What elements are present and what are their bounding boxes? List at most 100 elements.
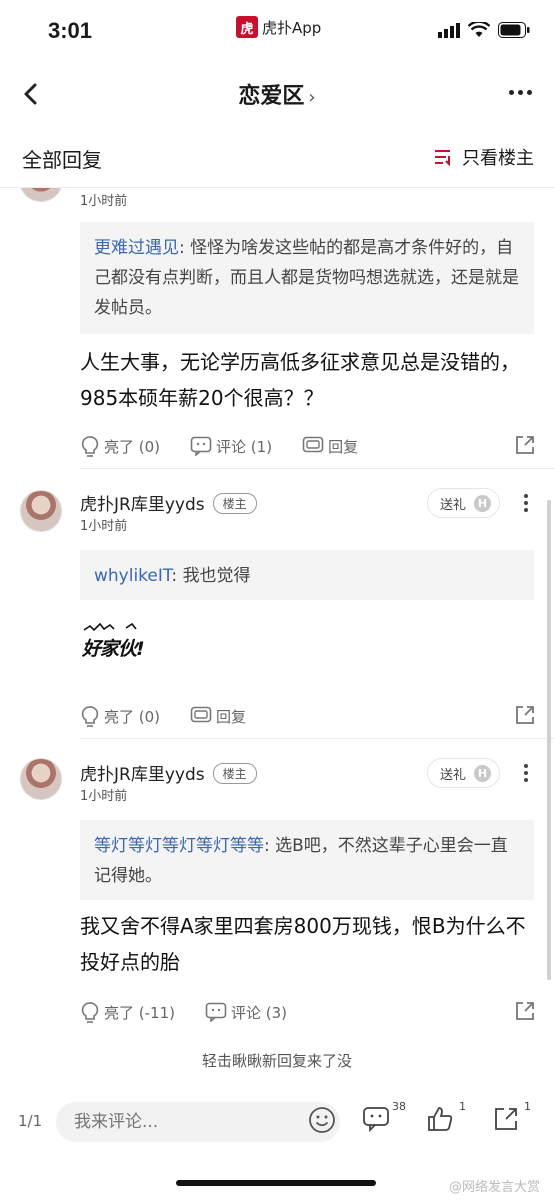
comment-bubble-icon bbox=[190, 436, 212, 456]
op-badge: 楼主 bbox=[212, 763, 257, 784]
reply-more-button[interactable] bbox=[524, 764, 528, 782]
quote-author[interactable]: 更难过遇见 bbox=[94, 238, 179, 258]
reply-label: 回复 bbox=[216, 707, 247, 726]
more-options-button[interactable] bbox=[509, 90, 532, 95]
nav-bar: 恋爱区 › bbox=[0, 62, 554, 126]
likes-count: 1 bbox=[459, 1100, 466, 1113]
hupu-coin-icon: H bbox=[474, 494, 491, 512]
comment-label: 评论 (3) bbox=[230, 1003, 288, 1022]
emoji-icon[interactable] bbox=[308, 1106, 336, 1134]
reply-time: 1小时前 bbox=[80, 789, 128, 804]
quoted-reply[interactable]: 更难过遇见: 怪怪为啥发这些帖的都是高才条件好的，自己都没有点判断，而且人都是货… bbox=[80, 222, 534, 334]
share-icon[interactable] bbox=[492, 1105, 520, 1133]
share-icon[interactable] bbox=[514, 704, 536, 726]
load-new-replies[interactable]: 轻击瞅瞅新回复来了没 bbox=[0, 1050, 554, 1071]
reply-bubble-icon bbox=[302, 436, 324, 453]
hupu-coin-icon: H bbox=[474, 764, 491, 782]
reply-item: 虎扑JR库里yyds 楼主 1小时前 送礼 H whylikeIT: 我也觉得 好… bbox=[0, 470, 554, 740]
comment-button[interactable]: 评论 (1) bbox=[190, 436, 272, 457]
status-time: 3:01 bbox=[48, 18, 93, 43]
comment-input[interactable] bbox=[56, 1102, 340, 1142]
username: 虎扑JR库里yyds bbox=[80, 495, 205, 515]
lightbulb-icon bbox=[81, 706, 99, 727]
share-icon[interactable] bbox=[514, 1000, 536, 1022]
reply-time: 1小时前 bbox=[80, 519, 128, 534]
reply-actions: 亮了 (-11) 评论 (3) bbox=[80, 998, 540, 1026]
reply-actions: 亮了 (0) 回复 bbox=[80, 702, 540, 730]
dot-icon bbox=[524, 501, 528, 505]
dot-icon bbox=[527, 90, 532, 95]
avatar[interactable] bbox=[20, 758, 62, 800]
forum-name: 恋爱区 bbox=[238, 84, 305, 109]
reply-actions: 亮了 (0) 评论 (1) 回复 bbox=[80, 432, 540, 460]
chevron-right-icon: › bbox=[308, 87, 316, 108]
reply-button[interactable]: 回复 bbox=[302, 436, 358, 457]
sticker-text: 好家伙! bbox=[82, 638, 145, 660]
shares-count: 1 bbox=[524, 1100, 531, 1113]
gift-button[interactable]: 送礼 H bbox=[426, 758, 500, 788]
page-indicator[interactable]: 1/1 bbox=[18, 1112, 42, 1130]
dot-icon bbox=[524, 771, 528, 775]
reply-item: 虎扑JR库里yyds 楼主 1小时前 送礼 H 等灯等灯等灯等灯等等: 选B吧，不… bbox=[0, 740, 554, 1040]
quoted-reply[interactable]: whylikeIT: 我也觉得 bbox=[80, 550, 534, 600]
status-app-name: 虎扑App bbox=[262, 18, 322, 37]
status-icons bbox=[438, 22, 530, 38]
like-label: 亮了 (0) bbox=[104, 707, 161, 726]
quote-author[interactable]: whylikeIT bbox=[94, 566, 171, 586]
comments-icon[interactable] bbox=[362, 1105, 390, 1133]
like-label: 亮了 (-11) bbox=[104, 1003, 175, 1022]
battery-icon bbox=[498, 22, 530, 38]
share-icon[interactable] bbox=[514, 434, 536, 456]
like-label: 亮了 (0) bbox=[104, 437, 161, 456]
thumbs-up-icon[interactable] bbox=[426, 1105, 454, 1133]
gift-button[interactable]: 送礼 H bbox=[426, 488, 500, 518]
like-button[interactable]: 亮了 (0) bbox=[80, 435, 160, 457]
reply-time: 1小时前 bbox=[80, 194, 128, 209]
replies-header: 全部回复 只看楼主 bbox=[0, 126, 554, 188]
quote-text: 我也觉得 bbox=[182, 566, 251, 586]
comment-button[interactable]: 评论 (3) bbox=[205, 1002, 287, 1023]
quoted-reply[interactable]: 等灯等灯等灯等灯等等: 选B吧，不然这辈子心里会一直记得她。 bbox=[80, 820, 534, 900]
reply-button[interactable]: 回复 bbox=[190, 706, 246, 727]
sticker-image[interactable]: 好家伙! bbox=[80, 620, 150, 670]
sort-filter-icon bbox=[435, 150, 450, 166]
divider bbox=[80, 738, 554, 739]
status-app-indicator: 虎 虎扑App bbox=[236, 16, 321, 38]
bottom-bar: 1/1 38 1 1 bbox=[0, 1096, 554, 1152]
dot-icon bbox=[509, 90, 514, 95]
like-button[interactable]: 亮了 (0) bbox=[80, 705, 160, 727]
quote-author[interactable]: 等灯等灯等灯等灯等等 bbox=[94, 836, 264, 856]
nav-title[interactable]: 恋爱区 › bbox=[0, 78, 554, 110]
only-op-filter[interactable]: 只看楼主 bbox=[434, 144, 534, 170]
scrollbar[interactable] bbox=[547, 500, 551, 980]
reply-item: 1小时前 更难过遇见: 怪怪为啥发这些帖的都是高才条件好的，自己都没有点判断，而… bbox=[0, 188, 554, 470]
comments-count: 38 bbox=[392, 1100, 406, 1113]
reply-more-button[interactable] bbox=[524, 494, 528, 512]
lightbulb-icon bbox=[81, 436, 99, 457]
status-bar: 3:01 虎 虎扑App bbox=[0, 0, 554, 62]
only-op-label: 只看楼主 bbox=[462, 148, 534, 169]
cellular-signal-icon bbox=[438, 23, 460, 38]
divider bbox=[80, 468, 554, 469]
dot-icon bbox=[524, 494, 528, 498]
dot-icon bbox=[518, 90, 523, 95]
all-replies-title: 全部回复 bbox=[22, 148, 102, 172]
hupu-logo-icon: 虎 bbox=[236, 16, 258, 38]
lightbulb-icon bbox=[81, 1002, 99, 1023]
wifi-icon bbox=[468, 22, 490, 37]
reply-author[interactable]: 虎扑JR库里yyds 楼主 bbox=[80, 760, 257, 785]
reply-author[interactable]: 虎扑JR库里yyds 楼主 bbox=[80, 490, 257, 515]
comment-label: 评论 (1) bbox=[216, 437, 273, 456]
dot-icon bbox=[524, 508, 528, 512]
gift-label: 送礼 bbox=[439, 497, 466, 513]
reply-body: 人生大事，无论学历高低多征求意见总是没错的，985本硕年薪20个很高？？ bbox=[80, 350, 520, 410]
watermark: @网络发言大赏 bbox=[448, 1180, 540, 1195]
username: 虎扑JR库里yyds bbox=[80, 765, 205, 785]
dot-icon bbox=[524, 764, 528, 768]
like-button[interactable]: 亮了 (-11) bbox=[80, 1001, 175, 1023]
dot-icon bbox=[524, 778, 528, 782]
comment-bubble-icon bbox=[205, 1002, 227, 1022]
gift-label: 送礼 bbox=[439, 767, 466, 783]
avatar[interactable] bbox=[20, 490, 62, 532]
home-indicator[interactable] bbox=[176, 1180, 376, 1186]
